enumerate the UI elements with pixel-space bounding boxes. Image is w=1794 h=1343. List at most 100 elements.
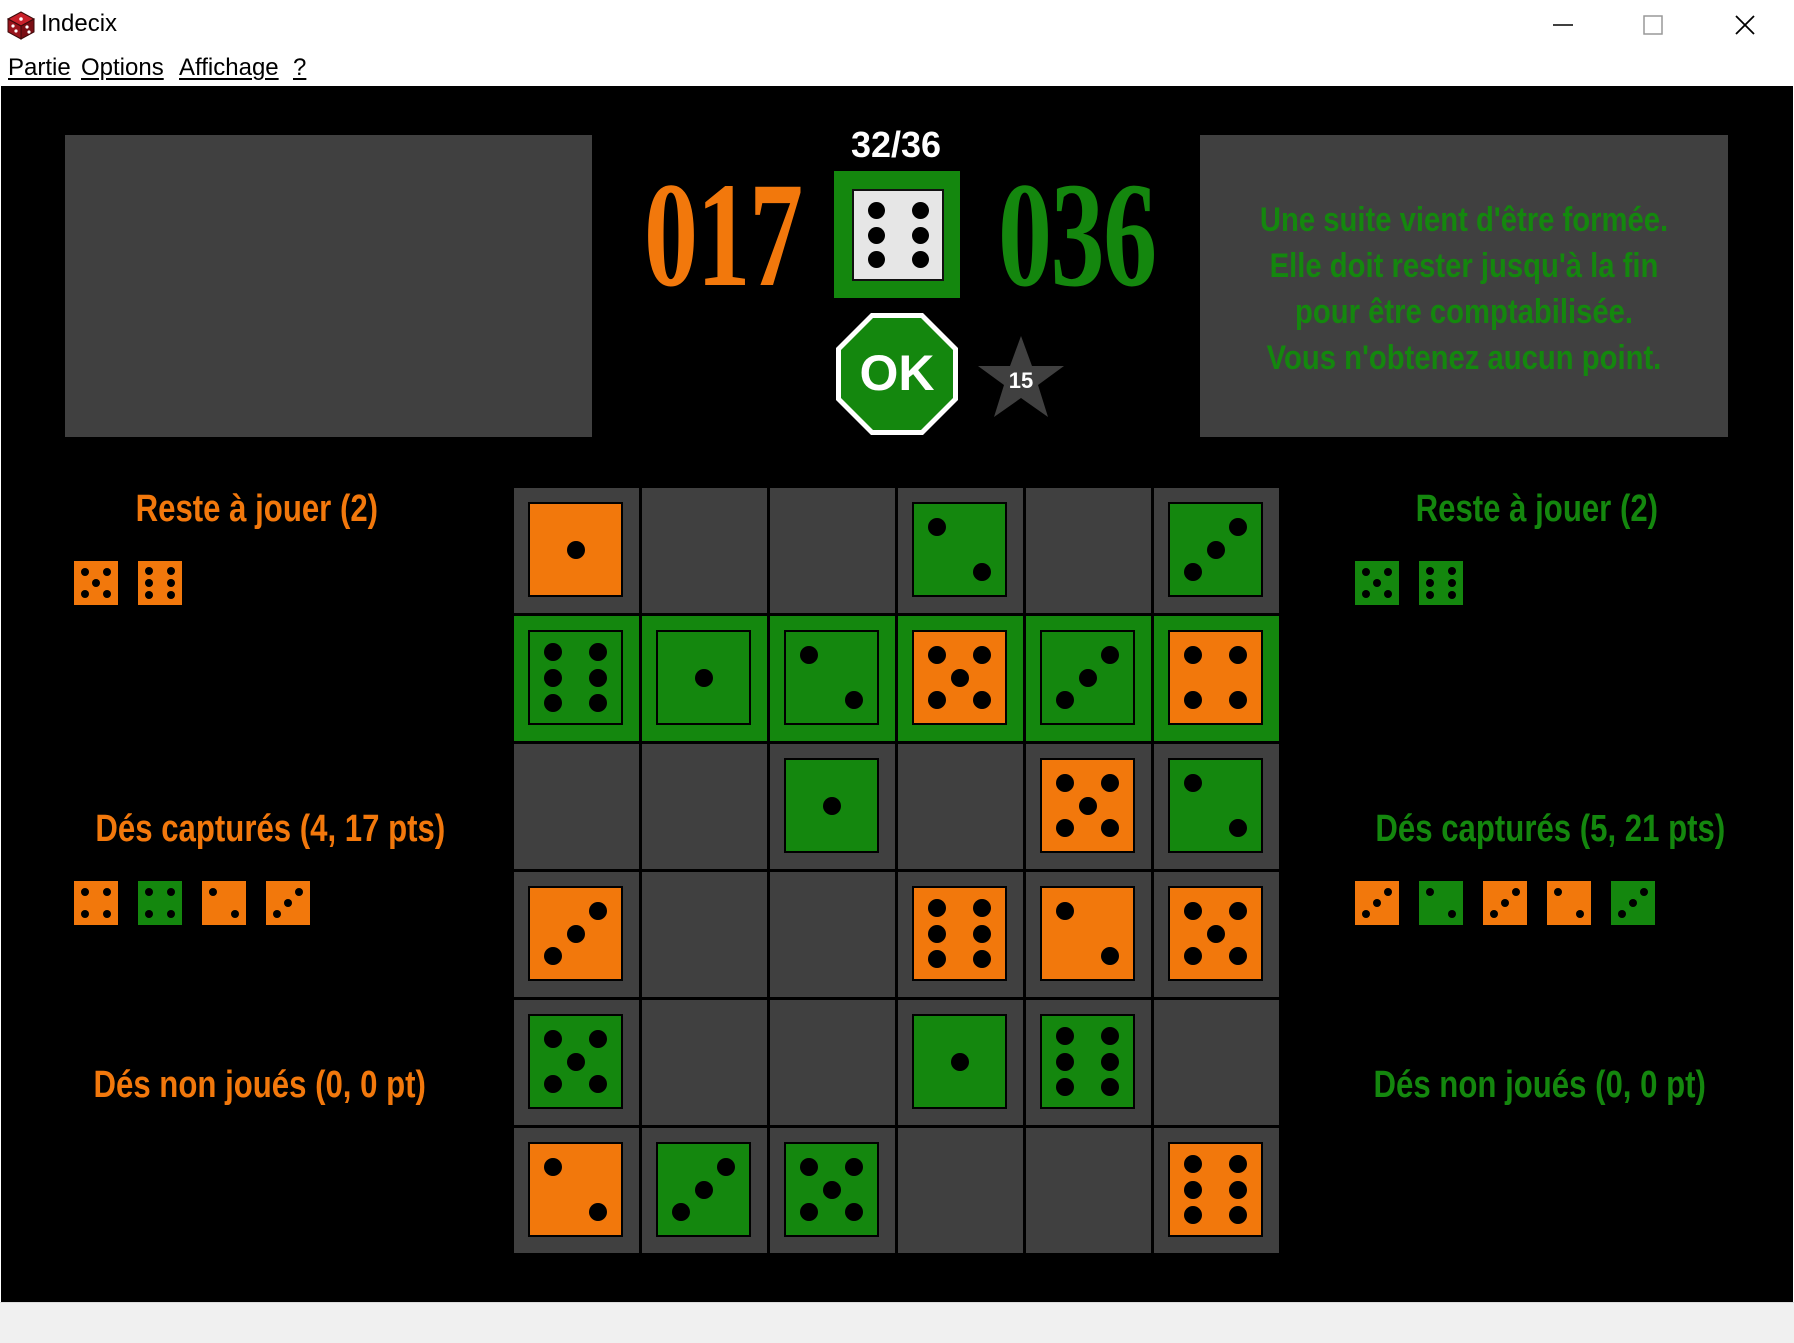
board-cell[interactable]	[514, 744, 639, 869]
mini-die	[201, 880, 247, 926]
octagon-icon: OK	[836, 313, 958, 435]
pip	[845, 691, 864, 710]
board-cell[interactable]	[770, 616, 895, 741]
pip	[167, 579, 175, 587]
board-cell[interactable]	[898, 488, 1023, 613]
board-cell[interactable]	[898, 744, 1023, 869]
menu-partie[interactable]: Partie	[8, 54, 71, 82]
left-info-panel	[65, 135, 592, 437]
message-panel: Une suite vient d'être formée. Elle doit…	[1200, 135, 1728, 437]
game-board	[514, 488, 1280, 1254]
board-cell[interactable]	[770, 744, 895, 869]
green-die	[1040, 1014, 1135, 1109]
mini-die	[1354, 880, 1400, 926]
pip	[103, 910, 111, 918]
message-line: pour être comptabilisée.	[1295, 293, 1633, 331]
green-die	[784, 758, 879, 853]
pip	[1501, 899, 1509, 907]
menu-bar: Partie Options Affichage ?	[0, 50, 1794, 86]
pip	[694, 1180, 713, 1199]
mini-die	[1546, 880, 1592, 926]
pip	[1640, 888, 1648, 896]
board-cell[interactable]	[770, 1128, 895, 1253]
minimize-button[interactable]	[1518, 0, 1608, 50]
board-cell[interactable]	[898, 872, 1023, 997]
pip	[973, 924, 992, 943]
left-unplayed-title: Dés non joués (0, 0 pt)	[93, 1064, 426, 1106]
pip	[973, 563, 992, 582]
board-cell[interactable]	[514, 872, 639, 997]
board-cell[interactable]	[770, 872, 895, 997]
pip	[671, 1203, 690, 1222]
board-cell[interactable]	[1026, 744, 1151, 869]
maximize-button[interactable]	[1608, 0, 1698, 50]
menu-help[interactable]: ?	[293, 54, 306, 82]
board-cell[interactable]	[642, 872, 767, 997]
board-cell[interactable]	[642, 1000, 767, 1125]
pip	[911, 201, 929, 219]
board-cell[interactable]	[898, 1128, 1023, 1253]
board-cell[interactable]	[514, 616, 639, 741]
mini-die	[73, 880, 119, 926]
window-title: Indecix	[41, 10, 118, 37]
ok-button[interactable]: OK	[834, 311, 960, 437]
board-cell[interactable]	[514, 1128, 639, 1253]
menu-affichage[interactable]: Affichage	[179, 54, 279, 82]
pip	[295, 888, 303, 896]
menu-options[interactable]: Options	[81, 54, 164, 82]
board-cell[interactable]	[1026, 1128, 1151, 1253]
pip	[1101, 1027, 1120, 1046]
pip	[1055, 691, 1074, 710]
pip	[1183, 1155, 1202, 1174]
pip	[1229, 645, 1248, 664]
board-cell[interactable]	[642, 1128, 767, 1253]
pip	[1055, 1052, 1074, 1071]
pip	[589, 668, 608, 687]
close-icon	[1735, 15, 1755, 35]
board-cell[interactable]	[1026, 616, 1151, 741]
left-remaining-dice	[73, 560, 183, 606]
pip	[167, 591, 175, 600]
board-cell[interactable]	[642, 488, 767, 613]
pip	[543, 1075, 562, 1094]
board-cell[interactable]	[1026, 488, 1151, 613]
message-line: Vous n'obtenez aucun point.	[1266, 339, 1662, 377]
pip	[1229, 901, 1248, 920]
close-button[interactable]	[1700, 0, 1790, 50]
board-cell[interactable]	[770, 1000, 895, 1125]
board-cell[interactable]	[642, 616, 767, 741]
board-cell[interactable]	[642, 744, 767, 869]
board-cell[interactable]	[770, 488, 895, 613]
board-cell[interactable]	[1154, 616, 1279, 741]
pip	[543, 693, 562, 712]
right-unplayed-title: Dés non joués (0, 0 pt)	[1373, 1064, 1706, 1106]
board-cell[interactable]	[514, 488, 639, 613]
board-cell[interactable]	[514, 1000, 639, 1125]
board-cell[interactable]	[1026, 872, 1151, 997]
pip	[167, 566, 175, 575]
pip	[543, 947, 562, 966]
pip	[543, 643, 562, 662]
pip	[167, 910, 175, 918]
pip	[973, 949, 992, 968]
orange-die	[1168, 1142, 1263, 1237]
maximize-icon	[1643, 15, 1663, 35]
board-cell[interactable]	[898, 616, 1023, 741]
board-cell[interactable]	[1154, 744, 1279, 869]
orange-die	[528, 502, 623, 597]
green-die	[1168, 758, 1263, 853]
pip	[1055, 1027, 1074, 1046]
board-cell[interactable]	[1026, 1000, 1151, 1125]
pip	[1373, 899, 1381, 907]
pip	[845, 1203, 864, 1222]
orange-die	[912, 886, 1007, 981]
right-remaining-dice	[1354, 560, 1464, 606]
mini-die	[265, 880, 311, 926]
board-cell[interactable]	[898, 1000, 1023, 1125]
board-cell[interactable]	[1154, 872, 1279, 997]
board-cell[interactable]	[1154, 1000, 1279, 1125]
board-cell[interactable]	[1154, 488, 1279, 613]
pip	[1229, 819, 1248, 838]
pip	[1554, 888, 1562, 896]
board-cell[interactable]	[1154, 1128, 1279, 1253]
